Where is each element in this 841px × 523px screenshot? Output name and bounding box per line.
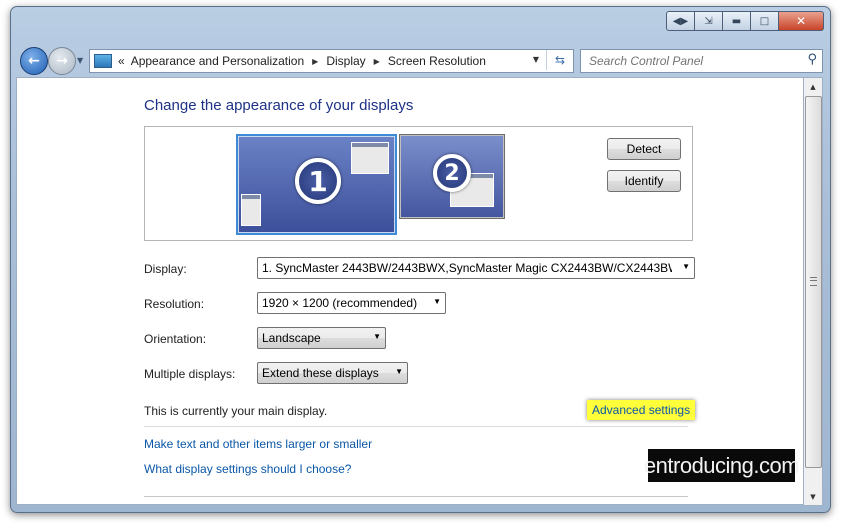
back-arrow-icon: ← xyxy=(28,53,40,69)
search-input[interactable] xyxy=(587,53,796,69)
breadcrumb-display[interactable]: Display xyxy=(326,54,365,68)
page-title: Change the appearance of your displays xyxy=(144,97,414,114)
divider xyxy=(144,426,688,427)
mini-window-icon xyxy=(351,142,389,174)
multiple-displays-label: Multiple displays: xyxy=(144,367,236,381)
main-content: Change the appearance of your displays 1… xyxy=(16,77,804,505)
main-display-text: This is currently your main display. xyxy=(144,404,328,418)
breadcrumb: « Appearance and Personalization ▶ Displ… xyxy=(118,54,486,68)
minimize-icon: ▬ xyxy=(731,15,742,27)
chevron-down-icon: ▼ xyxy=(373,332,381,341)
control-panel-icon xyxy=(94,54,112,68)
refresh-icon: ⇆ xyxy=(554,53,566,67)
search-box[interactable]: ⚲ xyxy=(580,49,823,73)
maximize-button[interactable]: □ xyxy=(750,11,779,31)
mini-window-icon xyxy=(241,194,261,226)
vertical-scrollbar[interactable]: ▲ ▼ xyxy=(803,77,823,506)
maximize-icon: □ xyxy=(759,15,770,27)
scroll-up-icon[interactable]: ▲ xyxy=(804,78,822,95)
control-panel-window: ◀▶ ⇲ ▬ □ ✕ ← → ▼ « Appearance and Person… xyxy=(10,6,831,513)
multiple-displays-select[interactable]: Extend these displays ▼ xyxy=(257,362,408,384)
display-label: Display: xyxy=(144,262,187,276)
back-button[interactable]: ← xyxy=(20,47,48,75)
history-dropdown-icon[interactable]: ▼ xyxy=(77,56,83,65)
monitor-number-badge: 2 xyxy=(433,154,471,192)
display-help-link[interactable]: What display settings should I choose? xyxy=(144,462,351,476)
window-controls: ◀▶ ⇲ ▬ □ ✕ xyxy=(666,11,824,31)
close-button[interactable]: ✕ xyxy=(778,11,824,31)
switch-icon: ◀▶ xyxy=(672,15,689,27)
switch-window-button[interactable]: ◀▶ xyxy=(666,11,695,31)
resolution-select-value: 1920 × 1200 (recommended) xyxy=(262,296,418,310)
advanced-settings-link[interactable]: Advanced settings xyxy=(587,400,696,420)
navigation-bar: ← → ▼ « Appearance and Personalization ▶… xyxy=(11,43,830,77)
close-icon: ✕ xyxy=(795,14,807,28)
minimize-button[interactable]: ▬ xyxy=(722,11,751,31)
monitor-number-badge: 1 xyxy=(295,158,341,204)
chevron-right-icon[interactable]: ▶ xyxy=(374,57,380,66)
search-icon[interactable]: ⚲ xyxy=(807,52,817,67)
orientation-select[interactable]: Landscape ▼ xyxy=(257,327,386,349)
display-select-value: 1. SyncMaster 2443BW/2443BWX,SyncMaster … xyxy=(262,261,672,275)
address-dropdown-icon[interactable]: ▼ xyxy=(533,55,539,64)
forward-arrow-icon: → xyxy=(56,53,68,69)
detect-button[interactable]: Detect xyxy=(607,138,681,160)
multiple-displays-select-value: Extend these displays xyxy=(262,366,379,380)
orientation-label: Orientation: xyxy=(144,332,207,346)
resolution-select[interactable]: 1920 × 1200 (recommended) ▼ xyxy=(257,292,446,314)
scroll-down-icon[interactable]: ▼ xyxy=(804,488,822,505)
divider xyxy=(144,496,688,497)
breadcrumb-appearance[interactable]: Appearance and Personalization xyxy=(131,54,304,68)
chevron-down-icon: ▼ xyxy=(682,262,690,271)
title-bar: ◀▶ ⇲ ▬ □ ✕ xyxy=(11,7,830,43)
refresh-button[interactable]: ⇆ xyxy=(546,50,573,70)
text-size-link[interactable]: Make text and other items larger or smal… xyxy=(144,437,372,451)
chevron-down-icon: ▼ xyxy=(433,297,441,306)
grip-icon xyxy=(810,277,817,286)
monitor-1[interactable]: 1 xyxy=(236,134,397,235)
resolution-label: Resolution: xyxy=(144,297,205,311)
chevron-down-icon: ▼ xyxy=(395,367,403,376)
forward-button[interactable]: → xyxy=(48,47,76,75)
aero-button[interactable]: ⇲ xyxy=(694,11,723,31)
watermark-logo: entroducing.com xyxy=(644,449,800,482)
window-tile-icon: ⇲ xyxy=(704,15,713,27)
scrollbar-thumb[interactable] xyxy=(805,96,822,468)
display-select[interactable]: 1. SyncMaster 2443BW/2443BWX,SyncMaster … xyxy=(257,257,695,279)
breadcrumb-overflow[interactable]: « xyxy=(118,54,125,68)
identify-button[interactable]: Identify xyxy=(607,170,681,192)
chevron-right-icon[interactable]: ▶ xyxy=(312,57,318,66)
monitor-2[interactable]: 2 xyxy=(399,134,505,219)
address-bar[interactable]: « Appearance and Personalization ▶ Displ… xyxy=(89,49,574,73)
breadcrumb-screen-resolution[interactable]: Screen Resolution xyxy=(388,54,486,68)
orientation-select-value: Landscape xyxy=(262,331,321,345)
display-arrangement: 1 2 Detect Identify xyxy=(144,126,693,241)
